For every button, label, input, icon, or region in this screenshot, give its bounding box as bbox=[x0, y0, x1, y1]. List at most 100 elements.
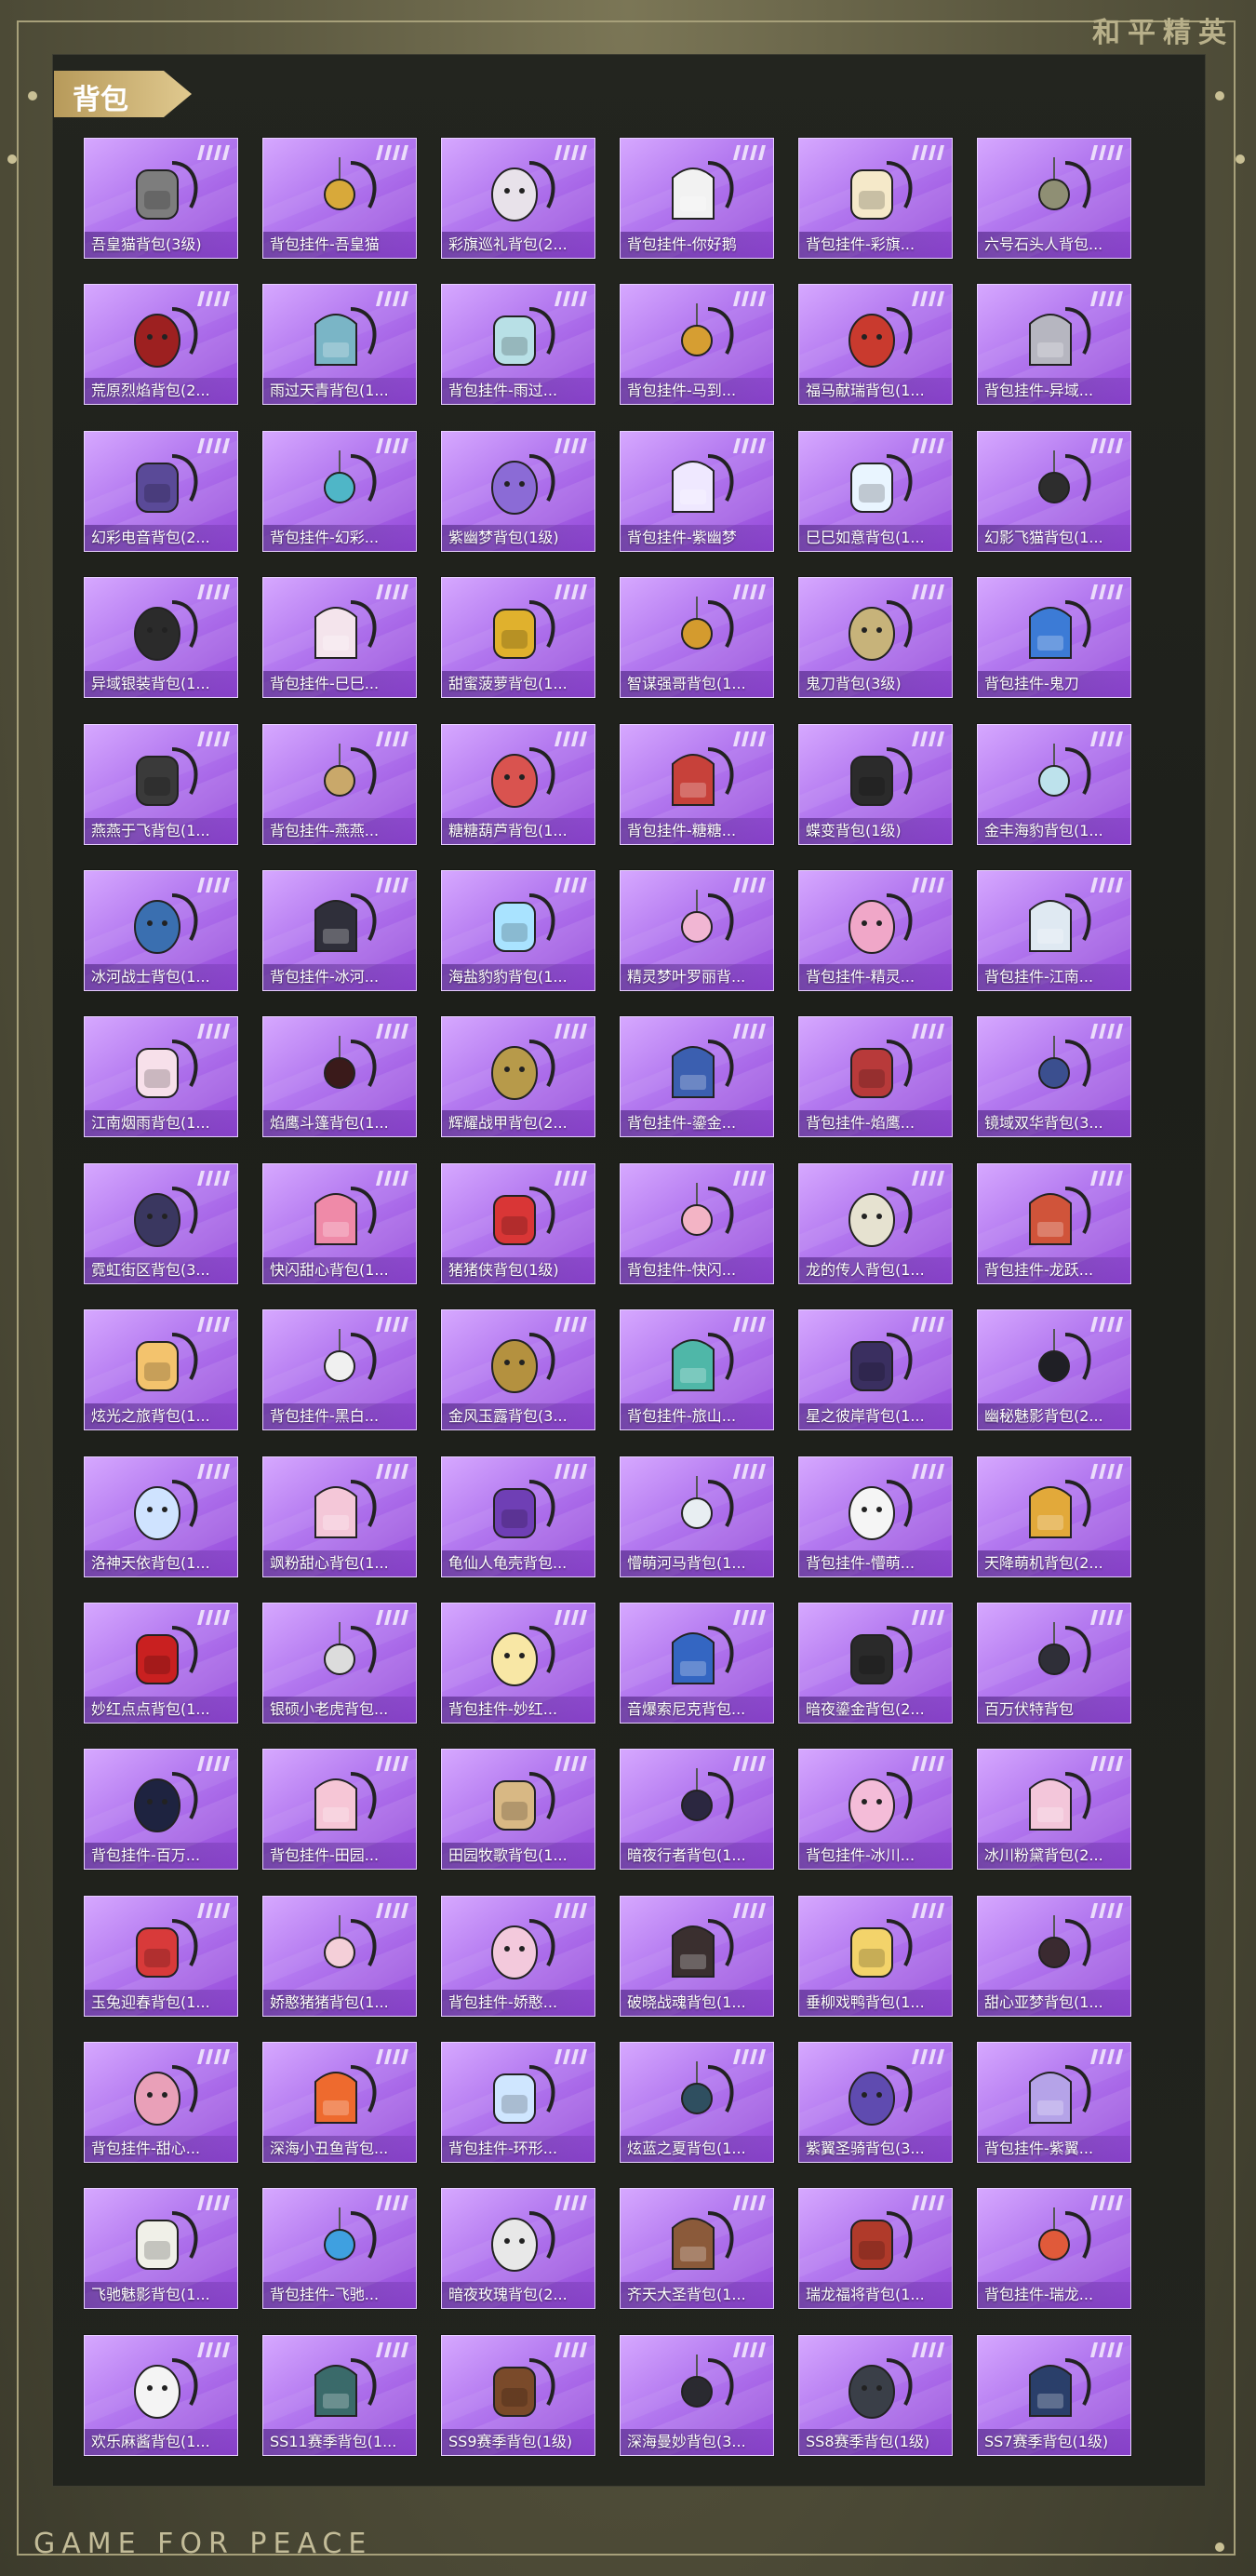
item-card[interactable]: 金风玉露背包(3... bbox=[441, 1309, 595, 1431]
item-card[interactable]: 背包挂件-鬼刀 bbox=[977, 577, 1131, 699]
item-card[interactable]: 荒原烈焰背包(2... bbox=[84, 284, 238, 406]
item-card[interactable]: 背包挂件-黑白... bbox=[262, 1309, 417, 1431]
item-card[interactable]: 背包挂件-冰川... bbox=[798, 1749, 953, 1871]
item-card[interactable]: 甜蜜菠萝背包(1... bbox=[441, 577, 595, 699]
item-card[interactable]: 瑞龙福将背包(1... bbox=[798, 2188, 953, 2310]
item-card[interactable]: 背包挂件-甜心... bbox=[84, 2042, 238, 2164]
item-card[interactable]: 鬼刀背包(3级) bbox=[798, 577, 953, 699]
item-card[interactable]: 垂柳戏鸭背包(1... bbox=[798, 1895, 953, 2017]
item-card[interactable]: 冰川粉黛背包(2... bbox=[977, 1749, 1131, 1871]
item-card[interactable]: 甜心亚梦背包(1... bbox=[977, 1895, 1131, 2017]
item-card[interactable]: 背包挂件-瑞龙... bbox=[977, 2188, 1131, 2310]
item-card[interactable]: 背包挂件-吾皇猫 bbox=[262, 138, 417, 259]
item-card[interactable]: 背包挂件-巳巳... bbox=[262, 577, 417, 699]
item-card[interactable]: 背包挂件-糖糖... bbox=[620, 723, 774, 845]
item-card[interactable]: 暗夜玫瑰背包(2... bbox=[441, 2188, 595, 2310]
item-card[interactable]: 背包挂件-环形... bbox=[441, 2042, 595, 2164]
item-card[interactable]: 背包挂件-异域... bbox=[977, 284, 1131, 406]
item-card[interactable]: 龟仙人龟壳背包... bbox=[441, 1456, 595, 1577]
item-card[interactable]: 背包挂件-妙红... bbox=[441, 1602, 595, 1724]
item-card[interactable]: 背包挂件-江南... bbox=[977, 869, 1131, 991]
item-card[interactable]: 巳巳如意背包(1... bbox=[798, 430, 953, 552]
backpack-icon bbox=[652, 740, 743, 814]
item-card[interactable]: 背包挂件-飞驰... bbox=[262, 2188, 417, 2310]
item-card[interactable]: 六号石头人背包... bbox=[977, 138, 1131, 259]
item-card[interactable]: 彩旗巡礼背包(2... bbox=[441, 138, 595, 259]
item-card[interactable]: 星之彼岸背包(1... bbox=[798, 1309, 953, 1431]
item-card[interactable]: 飞驰魅影背包(1... bbox=[84, 2188, 238, 2310]
item-card[interactable]: 快闪甜心背包(1... bbox=[262, 1162, 417, 1284]
item-card[interactable]: 幻影飞猫背包(1... bbox=[977, 430, 1131, 552]
item-card[interactable]: 猪猪侠背包(1级) bbox=[441, 1162, 595, 1284]
item-card[interactable]: 洛神天依背包(1... bbox=[84, 1456, 238, 1577]
item-card[interactable]: 炫蓝之夏背包(1... bbox=[620, 2042, 774, 2164]
item-card[interactable]: 智谋强哥背包(1... bbox=[620, 577, 774, 699]
item-card[interactable]: 齐天大圣背包(1... bbox=[620, 2188, 774, 2310]
item-card[interactable]: 背包挂件-你好鹅 bbox=[620, 138, 774, 259]
item-card[interactable]: 妙红点点背包(1... bbox=[84, 1602, 238, 1724]
item-card[interactable]: 炫光之旅背包(1... bbox=[84, 1309, 238, 1431]
item-card[interactable]: 飒粉甜心背包(1... bbox=[262, 1456, 417, 1577]
item-card[interactable]: SS8赛季背包(1级) bbox=[798, 2334, 953, 2456]
item-card[interactable]: 欢乐麻酱背包(1... bbox=[84, 2334, 238, 2456]
item-card[interactable]: 百万伏特背包 bbox=[977, 1602, 1131, 1724]
item-card[interactable]: 背包挂件-紫翼... bbox=[977, 2042, 1131, 2164]
item-card[interactable]: 金丰海豹背包(1... bbox=[977, 723, 1131, 845]
item-card[interactable]: 辉耀战甲背包(2... bbox=[441, 1016, 595, 1138]
item-card[interactable]: 福马献瑞背包(1... bbox=[798, 284, 953, 406]
item-card[interactable]: 背包挂件-冰河... bbox=[262, 869, 417, 991]
item-card[interactable]: 背包挂件-马到... bbox=[620, 284, 774, 406]
item-card[interactable]: 龙的传人背包(1... bbox=[798, 1162, 953, 1284]
item-card[interactable]: 江南烟雨背包(1... bbox=[84, 1016, 238, 1138]
item-card[interactable]: 背包挂件-紫幽梦 bbox=[620, 430, 774, 552]
item-card[interactable]: 深海曼妙背包(3... bbox=[620, 2334, 774, 2456]
item-name: 龟仙人龟壳背包... bbox=[442, 1550, 595, 1576]
item-card[interactable]: 背包挂件-快闪... bbox=[620, 1162, 774, 1284]
item-card[interactable]: 背包挂件-龙跃... bbox=[977, 1162, 1131, 1284]
item-card[interactable]: 暗夜鎏金背包(2... bbox=[798, 1602, 953, 1724]
item-card[interactable]: 背包挂件-彩旗... bbox=[798, 138, 953, 259]
item-card[interactable]: 冰河战士背包(1... bbox=[84, 869, 238, 991]
item-card[interactable]: 天降萌机背包(2... bbox=[977, 1456, 1131, 1577]
item-card[interactable]: 音爆索尼克背包... bbox=[620, 1602, 774, 1724]
item-card[interactable]: 娇憨猪猪背包(1... bbox=[262, 1895, 417, 2017]
item-card[interactable]: 背包挂件-鎏金... bbox=[620, 1016, 774, 1138]
item-card[interactable]: 燕燕于飞背包(1... bbox=[84, 723, 238, 845]
item-card[interactable]: SS11赛季背包(1... bbox=[262, 2334, 417, 2456]
item-card[interactable]: 霓虹街区背包(3... bbox=[84, 1162, 238, 1284]
item-card[interactable]: 背包挂件-焰鹰... bbox=[798, 1016, 953, 1138]
item-card[interactable]: 精灵梦叶罗丽背... bbox=[620, 869, 774, 991]
item-card[interactable]: 蝶变背包(1级) bbox=[798, 723, 953, 845]
item-card[interactable]: 背包挂件-精灵... bbox=[798, 869, 953, 991]
item-card[interactable]: 玉兔迎春背包(1... bbox=[84, 1895, 238, 2017]
item-card[interactable]: 背包挂件-懵萌... bbox=[798, 1456, 953, 1577]
item-card[interactable]: 紫幽梦背包(1级) bbox=[441, 430, 595, 552]
item-card[interactable]: 幻彩电音背包(2... bbox=[84, 430, 238, 552]
item-card[interactable]: 背包挂件-雨过... bbox=[441, 284, 595, 406]
item-card[interactable]: 异域银装背包(1... bbox=[84, 577, 238, 699]
item-card[interactable]: 镜域双华背包(3... bbox=[977, 1016, 1131, 1138]
item-card[interactable]: 背包挂件-百万... bbox=[84, 1749, 238, 1871]
item-name: 飒粉甜心背包(1... bbox=[263, 1550, 416, 1576]
item-card[interactable]: 海盐豹豹背包(1... bbox=[441, 869, 595, 991]
item-card[interactable]: 背包挂件-田园... bbox=[262, 1749, 417, 1871]
item-card[interactable]: 暗夜行者背包(1... bbox=[620, 1749, 774, 1871]
item-card[interactable]: 银硕小老虎背包... bbox=[262, 1602, 417, 1724]
item-card[interactable]: 焰鹰斗篷背包(1... bbox=[262, 1016, 417, 1138]
item-name: 甜蜜菠萝背包(1... bbox=[442, 671, 595, 698]
item-card[interactable]: 背包挂件-娇憨... bbox=[441, 1895, 595, 2017]
item-card[interactable]: 紫翼圣骑背包(3... bbox=[798, 2042, 953, 2164]
item-card[interactable]: 懵萌河马背包(1... bbox=[620, 1456, 774, 1577]
item-card[interactable]: 田园牧歌背包(1... bbox=[441, 1749, 595, 1871]
item-card[interactable]: 幽秘魅影背包(2... bbox=[977, 1309, 1131, 1431]
item-card[interactable]: 背包挂件-幻彩... bbox=[262, 430, 417, 552]
item-card[interactable]: 深海小丑鱼背包... bbox=[262, 2042, 417, 2164]
item-card[interactable]: 背包挂件-燕燕... bbox=[262, 723, 417, 845]
item-card[interactable]: SS9赛季背包(1级) bbox=[441, 2334, 595, 2456]
item-card[interactable]: 背包挂件-旅山... bbox=[620, 1309, 774, 1431]
item-card[interactable]: 吾皇猫背包(3级) bbox=[84, 138, 238, 259]
item-card[interactable]: SS7赛季背包(1级) bbox=[977, 2334, 1131, 2456]
item-card[interactable]: 雨过天青背包(1... bbox=[262, 284, 417, 406]
item-card[interactable]: 破晓战魂背包(1... bbox=[620, 1895, 774, 2017]
item-card[interactable]: 糖糖葫芦背包(1... bbox=[441, 723, 595, 845]
